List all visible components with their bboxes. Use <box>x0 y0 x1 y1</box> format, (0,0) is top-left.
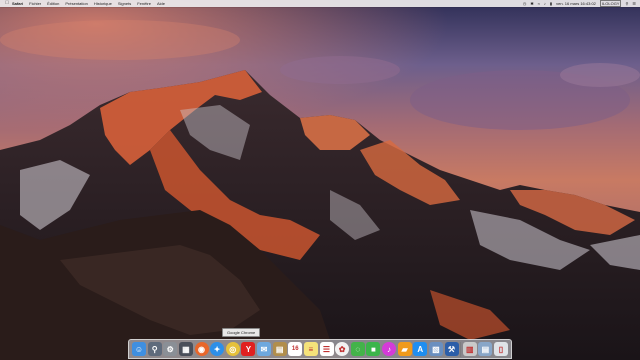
xcode-icon: ⚒ <box>447 344 456 354</box>
yandex-icon: Y <box>245 344 252 354</box>
time-machine-icon[interactable]: ◷ <box>523 0 527 7</box>
dock-safari[interactable]: ✦ <box>210 342 225 356</box>
menu-fichier[interactable]: Fichier <box>29 0 41 7</box>
book-icon: ▰ <box>401 344 408 354</box>
notes-icon: ≡ <box>308 344 314 354</box>
dock-notefile[interactable]: ▤ <box>272 342 287 356</box>
user-name[interactable]: ILOLOGY <box>599 0 622 7</box>
firefox-icon: ◉ <box>198 344 205 354</box>
gear-icon: ⚙ <box>166 344 174 354</box>
dock-xcode[interactable]: ⚒ <box>444 342 459 356</box>
status-area: ◷ ✱ ≈ ♪ ▮ ven. 16 mars 16:43:02 ILOLOGY … <box>519 0 640 7</box>
menu-fenetre[interactable]: Fenêtre <box>137 0 151 7</box>
desktop-wallpaper <box>0 0 640 360</box>
compass-icon: ✦ <box>213 344 221 354</box>
dock-trash[interactable]: ▯ <box>494 342 508 356</box>
chat-bubble-icon: ◌ <box>355 344 361 354</box>
downloads-stack-icon: ▥ <box>465 344 474 354</box>
dock: ☺ ⚲ ⚙ ▦ ◉ ✦ ◎ Y ✉ ▤ 16 ≡ ☰ ✿ ◌ ■ ♪ ▰ A ▧ ⚒ ▥ ▤ ▯ <box>128 339 512 359</box>
menu-aide[interactable]: Aide <box>157 0 165 7</box>
music-note-icon: ♪ <box>387 344 391 354</box>
dock-downloads[interactable]: ▥ <box>462 342 477 356</box>
preview-icon: ▧ <box>432 344 440 354</box>
battery-icon[interactable]: ▮ <box>550 0 552 7</box>
dock-notes[interactable]: ≡ <box>303 342 318 356</box>
menu-historique[interactable]: Historique <box>94 0 112 7</box>
finder-icon: ☺ <box>134 344 144 354</box>
trash-icon: ▯ <box>498 344 504 354</box>
calendar-icon: 16 <box>291 346 299 352</box>
dock-yandex[interactable]: Y <box>241 342 256 356</box>
rocket-icon: ⚲ <box>151 344 158 354</box>
dock-photos[interactable]: ✿ <box>335 342 350 356</box>
search-icon[interactable]: ⚲ <box>625 0 628 7</box>
photos-icon: ✿ <box>338 344 346 354</box>
video-camera-icon: ■ <box>370 344 376 354</box>
dock-documents[interactable]: ▤ <box>478 342 493 356</box>
wifi-icon[interactable]: ≈ <box>538 0 540 7</box>
stamp-icon: ✉ <box>260 344 268 354</box>
dock-firefox[interactable]: ◉ <box>194 342 209 356</box>
menu-clock[interactable]: ven. 16 mars 16:43:02 <box>556 0 596 7</box>
notification-center-icon[interactable]: ☰ <box>632 0 636 7</box>
chrome-icon: ◎ <box>229 344 237 354</box>
dock-launchpad[interactable]: ⚲ <box>147 342 162 356</box>
dock-ibooks[interactable]: ▰ <box>397 342 412 356</box>
dock-separator <box>460 341 462 357</box>
list-icon: ☰ <box>322 344 331 354</box>
menu-app-name[interactable]: Safari <box>12 0 23 7</box>
dock-mail[interactable]: ✉ <box>257 342 271 356</box>
mission-control-icon: ▦ <box>182 344 190 354</box>
app-store-icon: A <box>417 344 424 354</box>
dock-mission-control[interactable]: ▦ <box>178 342 193 356</box>
dock-tooltip: Google Chrome <box>222 328 261 337</box>
bluetooth-icon[interactable]: ✱ <box>530 0 533 7</box>
menu-signets[interactable]: Signets <box>118 0 131 7</box>
apple-logo-icon[interactable]:  <box>2 0 12 7</box>
dock-messages[interactable]: ◌ <box>350 342 365 356</box>
dock-google-chrome[interactable]: ◎ <box>225 342 240 356</box>
menu-presentation[interactable]: Présentation <box>65 0 87 7</box>
notebook-icon: ▤ <box>275 344 284 354</box>
dock-facetime[interactable]: ■ <box>366 342 381 356</box>
menu-bar:  Safari Fichier Édition Présentation Hi… <box>0 0 640 7</box>
dock-finder[interactable]: ☺ <box>132 342 146 356</box>
dock-itunes[interactable]: ♪ <box>382 342 396 356</box>
dock-app-store[interactable]: A <box>413 342 428 356</box>
dock-reminders[interactable]: ☰ <box>319 342 334 356</box>
volume-icon[interactable]: ♪ <box>544 0 546 7</box>
dock-preview[interactable]: ▧ <box>428 342 443 356</box>
menu-edition[interactable]: Édition <box>47 0 59 7</box>
dock-calendar[interactable]: 16 <box>288 342 303 356</box>
dock-system-preferences[interactable]: ⚙ <box>163 342 178 356</box>
folder-stack-icon: ▤ <box>481 344 490 354</box>
